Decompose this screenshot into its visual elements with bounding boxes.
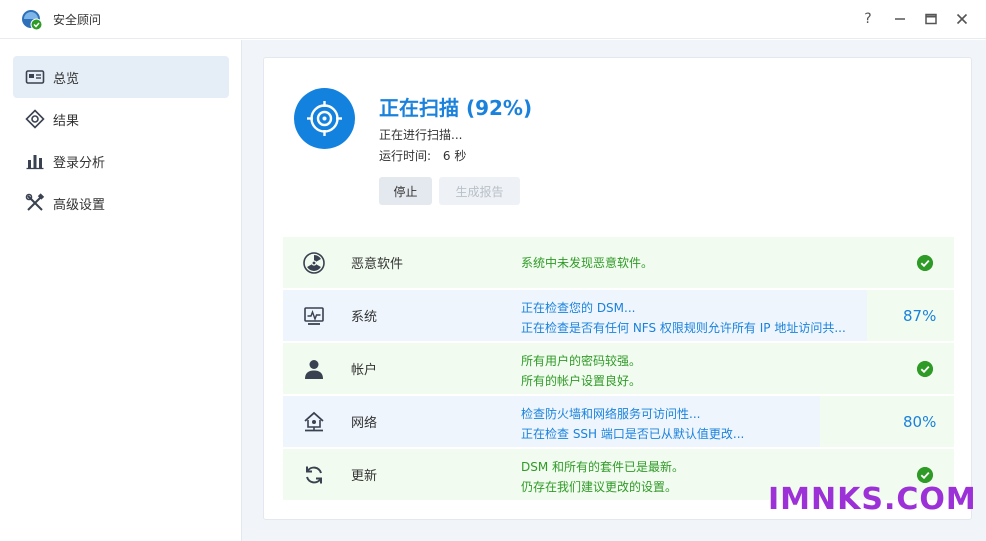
maximize-button[interactable]	[920, 8, 942, 30]
user-icon	[305, 360, 323, 379]
runtime-label: 运行时间:	[379, 149, 432, 163]
result-row-accounts[interactable]: 帐户 所有用户的密码较强。 所有的帐户设置良好。	[283, 343, 954, 395]
window-title: 安全顾问	[53, 13, 102, 27]
row-message-line: 系统中未发现恶意软件。	[521, 256, 654, 270]
stop-button[interactable]: 停止	[379, 177, 432, 205]
row-message: DSM 和所有的套件已是最新。 仍存在我们建议更改的设置。	[521, 457, 684, 497]
scan-runtime: 运行时间: 6 秒	[379, 147, 466, 164]
row-message-line: 所有的帐户设置良好。	[521, 374, 642, 388]
row-message-line: 正在检查是否有任何 NFS 权限规则允许所有 IP 地址访问共...	[521, 321, 846, 335]
row-name: 系统	[351, 310, 378, 325]
sidebar-item-label: 高级设置	[53, 198, 106, 213]
result-row-system[interactable]: 系统 正在检查您的 DSM... 正在检查是否有任何 NFS 权限规则允许所有 …	[283, 290, 954, 342]
row-name: 帐户	[351, 363, 378, 378]
target-icon	[307, 101, 342, 136]
sidebar: 总览 结果 登录分析 高级设置	[0, 40, 242, 541]
result-row-malware[interactable]: 恶意软件 系统中未发现恶意软件。	[283, 237, 954, 289]
security-advisor-app-icon	[22, 10, 43, 31]
radiation-icon	[303, 252, 325, 274]
maximize-icon	[925, 13, 937, 25]
scan-status-badge	[294, 88, 355, 149]
close-icon	[956, 13, 968, 25]
sidebar-item-advanced-settings[interactable]: 高级设置	[13, 182, 229, 224]
results-icon	[25, 109, 45, 129]
help-button[interactable]: ?	[857, 8, 879, 30]
watermark-text: IMNKS.COM	[768, 482, 977, 517]
minimize-button[interactable]	[889, 8, 911, 30]
row-message-line: 仍存在我们建议更改的设置。	[521, 480, 678, 494]
system-monitor-icon	[304, 307, 324, 325]
runtime-value: 6 秒	[442, 149, 467, 163]
row-message-line: 正在检查 SSH 端口是否已从默认值更改...	[521, 427, 745, 441]
result-row-network[interactable]: 网络 检查防火墙和网络服务可访问性... 正在检查 SSH 端口是否已从默认值更…	[283, 396, 954, 448]
tools-icon	[25, 193, 45, 211]
refresh-icon	[306, 466, 322, 484]
row-message: 所有用户的密码较强。 所有的帐户设置良好。	[521, 351, 641, 391]
scan-panel: 正在扫描 (92%) 正在进行扫描... 运行时间: 6 秒 停止 生成报告 恶…	[263, 57, 972, 520]
sidebar-item-label: 总览	[53, 72, 80, 87]
row-message-line: 所有用户的密码较强。	[521, 354, 642, 368]
generate-report-button[interactable]: 生成报告	[439, 177, 520, 205]
minimize-icon	[895, 18, 905, 20]
title-bar: 安全顾问 ?	[0, 0, 986, 39]
row-message: 系统中未发现恶意软件。	[521, 253, 653, 273]
row-name: 更新	[351, 469, 378, 484]
check-circle-icon	[917, 467, 933, 483]
row-message-line: DSM 和所有的套件已是最新。	[521, 460, 685, 474]
row-message: 检查防火墙和网络服务可访问性... 正在检查 SSH 端口是否已从默认值更改..…	[521, 404, 744, 444]
sidebar-item-results[interactable]: 结果	[13, 98, 229, 140]
sidebar-item-login-analysis[interactable]: 登录分析	[13, 140, 229, 182]
sidebar-item-label: 结果	[53, 114, 80, 129]
row-message-line: 正在检查您的 DSM...	[521, 301, 636, 315]
scan-title: 正在扫描 (92%)	[379, 96, 533, 120]
row-message: 正在检查您的 DSM... 正在检查是否有任何 NFS 权限规则允许所有 IP …	[521, 298, 846, 338]
scan-subtitle: 正在进行扫描...	[379, 128, 463, 142]
sidebar-item-overview[interactable]: 总览	[13, 56, 229, 98]
overview-icon	[25, 70, 45, 84]
row-message-line: 检查防火墙和网络服务可访问性...	[521, 407, 701, 421]
network-home-icon	[304, 411, 324, 432]
close-button[interactable]	[951, 8, 973, 30]
row-percent: 87%	[903, 307, 937, 325]
row-name: 网络	[351, 416, 378, 431]
main-content: 正在扫描 (92%) 正在进行扫描... 运行时间: 6 秒 停止 生成报告 恶…	[242, 40, 986, 541]
sidebar-item-label: 登录分析	[53, 156, 106, 171]
row-name: 恶意软件	[351, 257, 404, 272]
check-circle-icon	[917, 255, 933, 271]
row-percent: 80%	[903, 413, 937, 431]
help-icon: ?	[864, 11, 872, 27]
bar-chart-icon	[26, 155, 44, 170]
check-circle-icon	[917, 361, 933, 377]
